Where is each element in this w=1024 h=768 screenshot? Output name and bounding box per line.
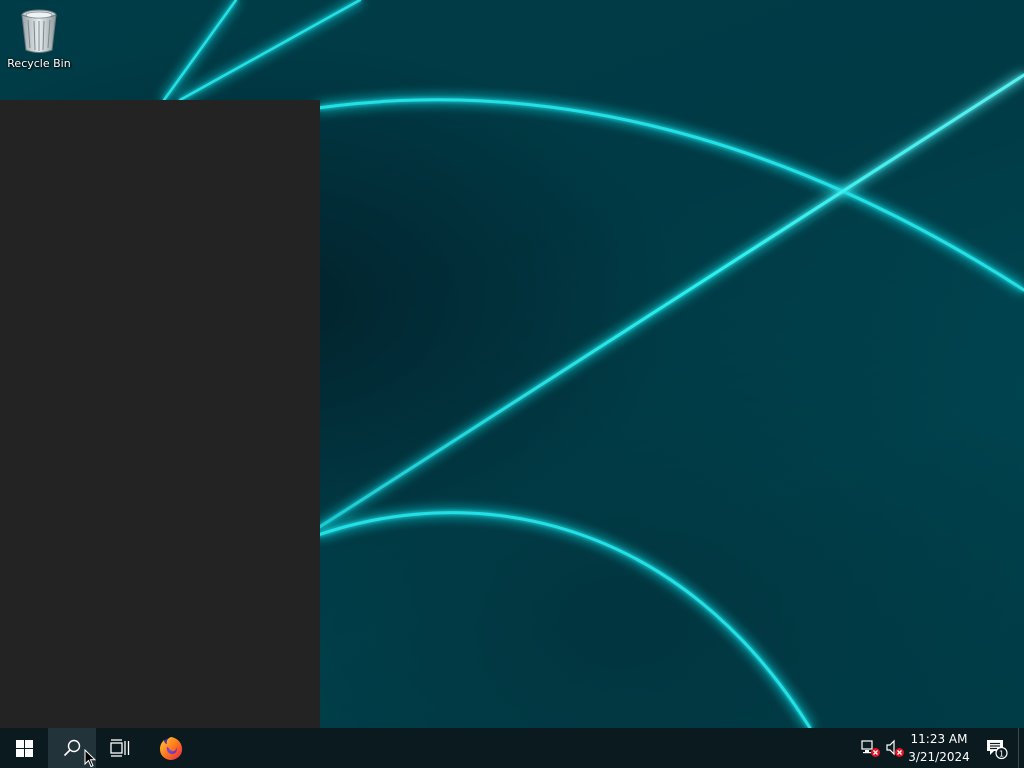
task-view-button[interactable] (96, 728, 144, 768)
notification-count: 1 (999, 750, 1004, 759)
desktop-wallpaper[interactable]: Recycle Bin (0, 0, 1024, 728)
action-center-button[interactable]: 1 (976, 728, 1016, 768)
recycle-bin-icon (21, 9, 57, 53)
network-disconnected-icon[interactable] (861, 738, 881, 758)
clock-time: 11:23 AM (910, 732, 968, 746)
volume-muted-icon[interactable] (885, 738, 905, 758)
search-icon (63, 739, 81, 757)
taskbar-app-firefox[interactable] (146, 728, 196, 768)
taskbar-clock[interactable]: 11:23 AM 3/21/2024 (906, 730, 972, 766)
start-menu-panel[interactable] (0, 100, 320, 728)
mouse-cursor-icon (84, 749, 96, 768)
firefox-icon (160, 737, 183, 760)
start-button[interactable] (0, 728, 48, 768)
show-desktop-button[interactable] (1018, 728, 1024, 768)
taskbar: 11:23 AM 3/21/2024 1 (0, 728, 1024, 768)
action-center-icon: 1 (987, 740, 1008, 760)
windows-logo-icon (15, 739, 33, 757)
task-view-icon (110, 739, 130, 757)
desktop-icon-recycle-bin[interactable]: Recycle Bin (2, 4, 76, 76)
clock-date: 3/21/2024 (908, 750, 970, 764)
recycle-bin-label: Recycle Bin (7, 57, 71, 70)
